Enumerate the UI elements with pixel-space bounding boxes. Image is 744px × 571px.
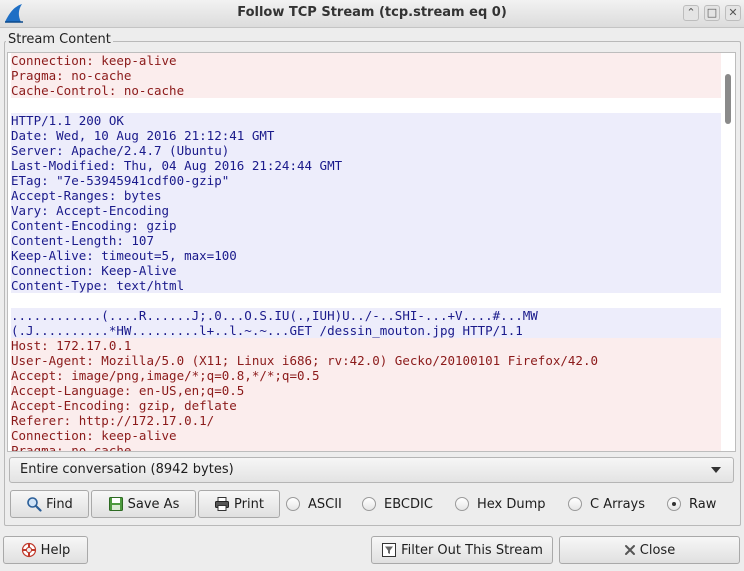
maximize-button[interactable]: □ [704,5,720,21]
lifebuoy-icon [21,542,36,558]
stream-line: User-Agent: Mozilla/5.0 (X11; Linux i686… [11,353,721,368]
radio-button-icon [286,497,300,511]
radio-button-icon [455,497,469,511]
radio-button-icon [667,497,681,511]
stream-line: Pragma: no-cache [11,68,721,83]
filter-out-stream-label: Filter Out This Stream [401,542,543,558]
close-button[interactable]: Close [559,536,740,564]
stream-line [11,98,721,113]
stream-text-view[interactable]: Connection: keep-alive Pragma: no-cache Ca… [7,52,736,452]
stream-line: Keep-Alive: timeout=5, max=100 [11,248,721,263]
stream-line: Accept-Encoding: gzip, deflate [11,398,721,413]
stream-line [11,293,721,308]
conversation-select[interactable]: Entire conversation (8942 bytes) [9,457,734,483]
stream-line: Date: Wed, 10 Aug 2016 21:12:41 GMT [11,128,721,143]
stream-content-label: Stream Content [6,32,113,47]
radio-ebcdic[interactable]: EBCDIC [362,495,433,513]
stream-line: Vary: Accept-Encoding [11,203,721,218]
window-close-button[interactable]: ✕ [725,5,741,21]
stream-line: Server: Apache/2.4.7 (Ubuntu) [11,143,721,158]
stream-line: (.J..........*HW.........l+..l.~.~...GET… [11,323,721,338]
stream-line: ETag: "7e-53945941cdf00-gzip" [11,173,721,188]
stream-line: Content-Encoding: gzip [11,218,721,233]
stream-line: Accept-Ranges: bytes [11,188,721,203]
save-as-label: Save As [127,496,180,512]
scrollbar-thumb[interactable] [725,74,731,124]
title-bar: Follow TCP Stream (tcp.stream eq 0) ⌃ □ … [0,0,744,28]
radio-ascii[interactable]: ASCII [286,495,342,513]
stream-line: HTTP/1.1 200 OK [11,113,721,128]
filter-icon [382,543,397,557]
radio-button-icon [362,497,376,511]
conversation-select-value: Entire conversation (8942 bytes) [20,462,234,477]
help-label: Help [40,542,71,558]
find-label: Find [46,496,73,512]
stream-line: Content-Type: text/html [11,278,721,293]
filter-out-stream-button[interactable]: Filter Out This Stream [371,536,553,564]
print-label: Print [234,496,264,512]
save-icon [108,497,123,511]
radio-raw[interactable]: Raw [667,495,716,513]
magnifier-icon [27,497,42,512]
minimize-button[interactable]: ⌃ [683,5,699,21]
window-title: Follow TCP Stream (tcp.stream eq 0) [237,5,507,20]
printer-icon [215,497,230,511]
stream-line: Host: 172.17.0.1 [11,338,721,353]
stream-line: Pragma: no-cache [11,443,721,451]
stream-line: Accept: image/png,image/*;q=0.8,*/*;q=0.… [11,368,721,383]
stream-line: Accept-Language: en-US,en;q=0.5 [11,383,721,398]
close-icon [624,545,635,555]
radio-button-icon [568,497,582,511]
vertical-scrollbar[interactable] [722,54,734,450]
stream-line: Last-Modified: Thu, 04 Aug 2016 21:24:44… [11,158,721,173]
stream-line: Referer: http://172.17.0.1/ [11,413,721,428]
stream-line: Connection: Keep-Alive [11,263,721,278]
chevron-down-icon [711,467,721,473]
radio-c-arrays-label: C Arrays [590,496,645,512]
stream-line: Cache-Control: no-cache [11,83,721,98]
stream-line: ............(....R......J;.0...O.S.IU(.,… [11,308,721,323]
save-as-button[interactable]: Save As [91,490,196,518]
radio-hex-dump-label: Hex Dump [477,496,546,512]
stream-line: Content-Length: 107 [11,233,721,248]
print-button[interactable]: Print [198,490,280,518]
stream-lines: Connection: keep-alive Pragma: no-cache Ca… [11,53,721,451]
stream-line: Connection: keep-alive [11,428,721,443]
close-label: Close [639,542,676,558]
radio-c-arrays[interactable]: C Arrays [568,495,645,513]
stream-line: Connection: keep-alive [11,53,721,68]
radio-ebcdic-label: EBCDIC [384,496,433,512]
find-button[interactable]: Find [10,490,89,518]
radio-ascii-label: ASCII [308,496,342,512]
radio-raw-label: Raw [689,496,717,512]
radio-hex-dump[interactable]: Hex Dump [455,495,546,513]
help-button[interactable]: Help [3,536,88,564]
